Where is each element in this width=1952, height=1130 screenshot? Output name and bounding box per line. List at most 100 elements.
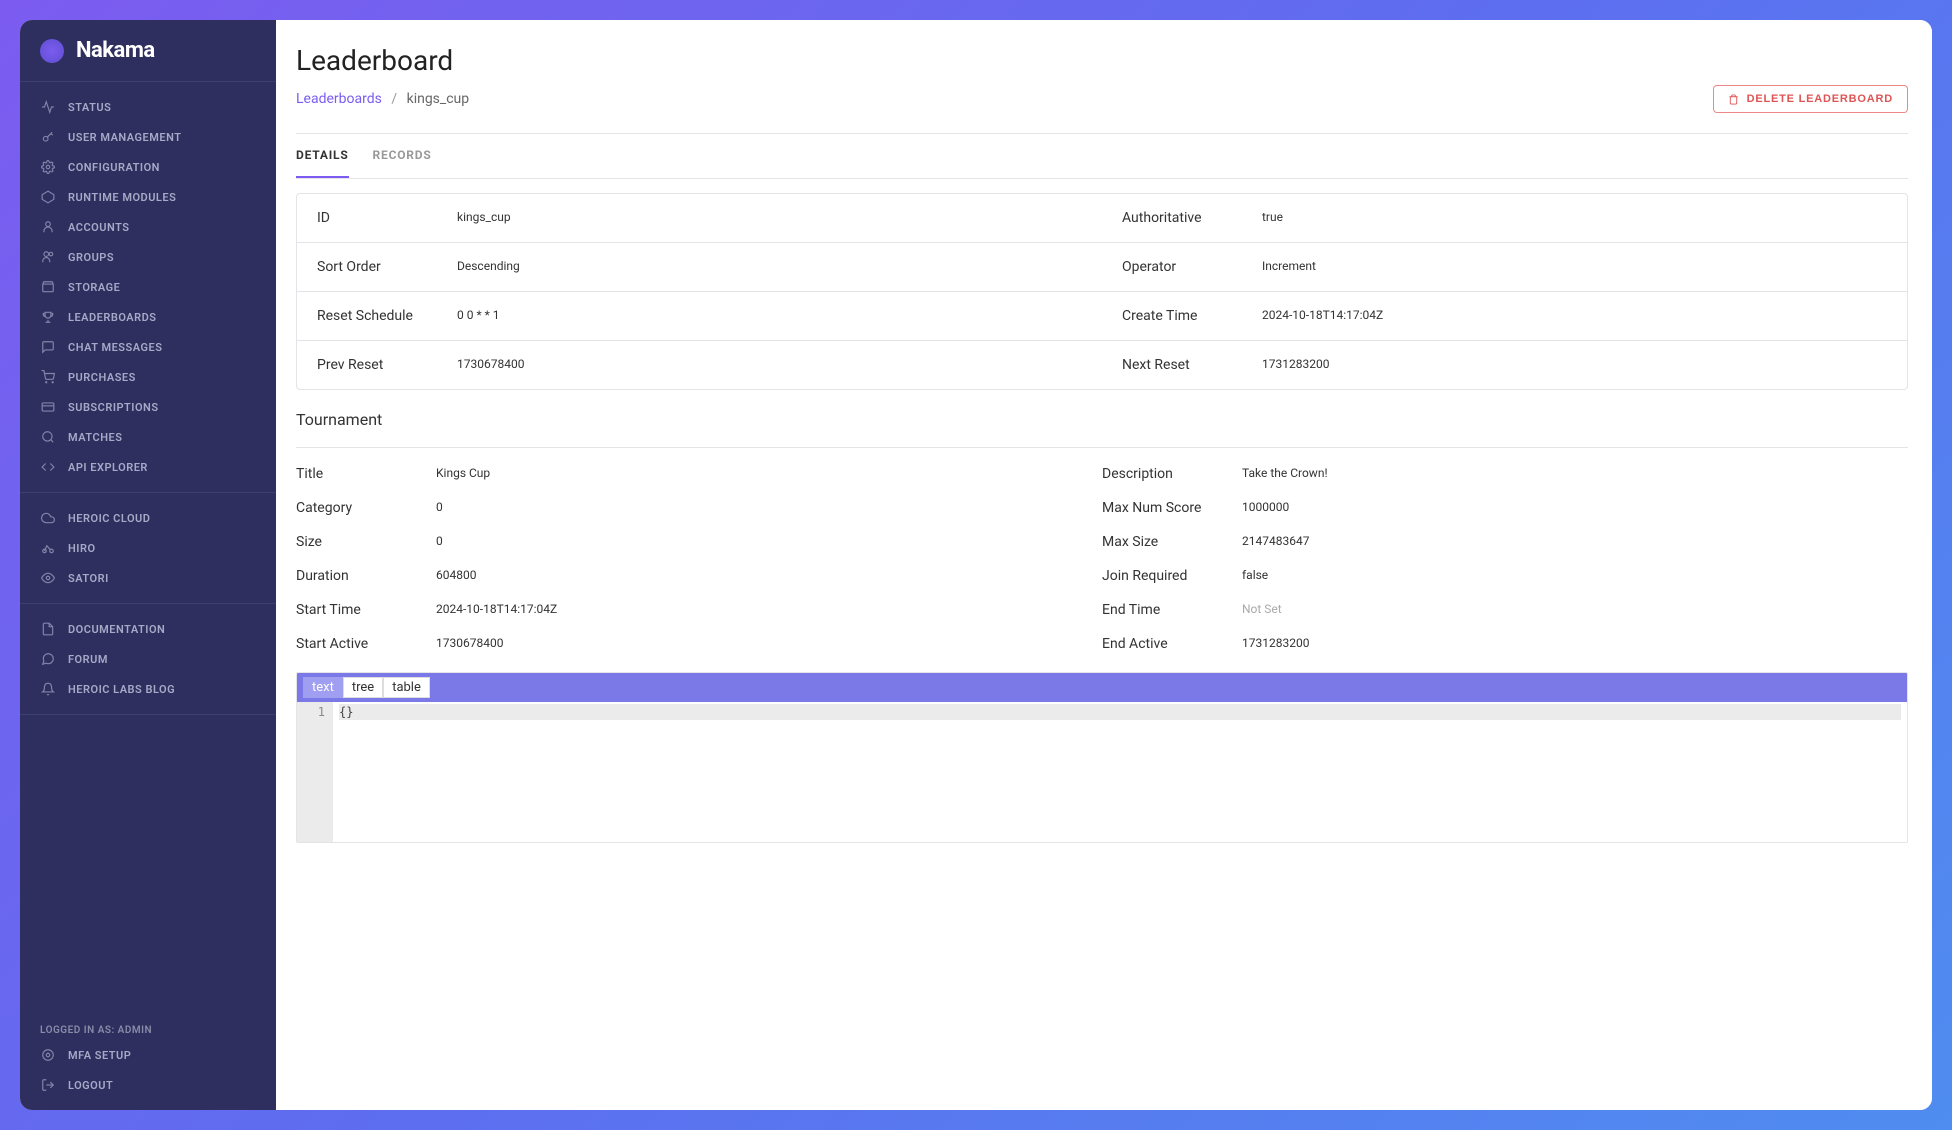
gear-icon [40,1047,56,1063]
detail-label-next-reset: Next Reset [1122,357,1262,373]
sidebar-item-label: Groups [68,251,114,264]
detail-label-create-time: Create Time [1122,308,1262,324]
sidebar-item-forum[interactable]: Forum [20,644,276,674]
sidebar-item-leaderboards[interactable]: Leaderboards [20,302,276,332]
json-gutter: 1 [297,702,333,842]
t-label-max-num-score: Max Num Score [1102,500,1242,516]
t-label-join-required: Join Required [1102,568,1242,584]
delete-leaderboard-button[interactable]: DELETE LEADERBOARD [1713,85,1908,113]
activity-icon [40,99,56,115]
sidebar-item-label: Configuration [68,161,160,174]
detail-value-create-time: 2024-10-18T14:17:04Z [1262,308,1887,324]
t-label-size: Size [296,534,436,550]
sidebar-item-storage[interactable]: Storage [20,272,276,302]
sidebar-item-blog[interactable]: Heroic Labs Blog [20,674,276,704]
logout-icon [40,1077,56,1093]
sidebar-item-logout[interactable]: Logout [20,1070,276,1100]
trophy-icon [40,309,56,325]
hex-icon [40,189,56,205]
json-editor-toolbar: text tree table [297,673,1907,702]
sidebar-item-label: Hiro [68,542,96,555]
sidebar-item-chat-messages[interactable]: Chat Messages [20,332,276,362]
sidebar-item-mfa-setup[interactable]: MFA Setup [20,1040,276,1070]
json-mode-table[interactable]: table [383,677,430,698]
detail-label-prev-reset: Prev Reset [317,357,457,373]
t-value-duration: 604800 [436,568,476,584]
sidebar-item-groups[interactable]: Groups [20,242,276,272]
user-icon [40,219,56,235]
sidebar-item-label: Heroic Labs Blog [68,683,175,696]
json-mode-tree[interactable]: tree [343,677,383,698]
sidebar-item-label: Status [68,101,111,114]
detail-value-operator: Increment [1262,259,1887,275]
t-label-duration: Duration [296,568,436,584]
sidebar-item-label: Leaderboards [68,311,157,324]
t-label-start-time: Start Time [296,602,436,618]
app-container: Nakama Status User Management Configurat… [20,20,1932,1110]
sidebar-item-label: Storage [68,281,120,294]
detail-value-next-reset: 1731283200 [1262,357,1887,373]
detail-label-authoritative: Authoritative [1122,210,1262,226]
sidebar-item-heroic-cloud[interactable]: Heroic Cloud [20,503,276,533]
sidebar-item-label: Logout [68,1079,113,1092]
sidebar-item-purchases[interactable]: Purchases [20,362,276,392]
detail-value-sort-order: Descending [457,259,1082,275]
detail-label-reset-schedule: Reset Schedule [317,308,457,324]
chat-icon [40,339,56,355]
t-value-category: 0 [436,500,443,516]
detail-value-reset-schedule: 0 0 * * 1 [457,308,1082,324]
header-row: Leaderboards / kings_cup DELETE LEADERBO… [296,85,1908,113]
t-value-start-time: 2024-10-18T14:17:04Z [436,602,557,618]
tab-details[interactable]: DETAILS [296,134,349,178]
gear-icon [40,159,56,175]
page-title: Leaderboard [296,44,1908,77]
detail-label-id: ID [317,210,457,226]
sidebar-products-section: Heroic Cloud Hiro Satori [20,493,276,604]
detail-label-sort-order: Sort Order [317,259,457,275]
breadcrumb-current: kings_cup [407,91,470,107]
sidebar-item-configuration[interactable]: Configuration [20,152,276,182]
sidebar-item-status[interactable]: Status [20,92,276,122]
sidebar-item-subscriptions[interactable]: Subscriptions [20,392,276,422]
sidebar-item-label: User Management [68,131,181,144]
sidebar-item-satori[interactable]: Satori [20,563,276,593]
json-editor-body[interactable]: 1 {} [297,702,1907,842]
breadcrumb-parent-link[interactable]: Leaderboards [296,91,382,107]
json-mode-text[interactable]: text [303,677,343,698]
json-editor: text tree table 1 {} [296,672,1908,843]
trash-icon [1728,94,1739,105]
sidebar-item-matches[interactable]: Matches [20,422,276,452]
tournament-section-title: Tournament [296,410,1908,439]
sidebar-item-api-explorer[interactable]: API Explorer [20,452,276,482]
t-value-max-size: 2147483647 [1242,534,1309,550]
sidebar-main-section: Status User Management Configuration Run… [20,82,276,493]
sidebar-item-label: Satori [68,572,109,585]
sidebar-item-label: Heroic Cloud [68,512,150,525]
sidebar: Nakama Status User Management Configurat… [20,20,276,1110]
sidebar-item-user-management[interactable]: User Management [20,122,276,152]
code-icon [40,459,56,475]
sidebar-help-section: Documentation Forum Heroic Labs Blog [20,604,276,715]
logo-icon [40,39,64,63]
tab-records[interactable]: RECORDS [373,134,432,178]
sidebar-header: Nakama [20,20,276,82]
json-content[interactable]: {} [333,702,1907,842]
tabs: DETAILS RECORDS [296,133,1908,179]
t-label-end-active: End Active [1102,636,1242,652]
t-value-end-time: Not Set [1242,602,1282,618]
sidebar-item-accounts[interactable]: Accounts [20,212,276,242]
sidebar-item-hiro[interactable]: Hiro [20,533,276,563]
t-value-title: Kings Cup [436,466,490,482]
box-icon [40,279,56,295]
sidebar-item-runtime-modules[interactable]: Runtime Modules [20,182,276,212]
t-value-size: 0 [436,534,443,550]
sidebar-item-label: MFA Setup [68,1049,131,1062]
sidebar-item-documentation[interactable]: Documentation [20,614,276,644]
breadcrumb-separator: / [391,91,397,107]
users-icon [40,249,56,265]
breadcrumb: Leaderboards / kings_cup [296,91,469,107]
tournament-divider [296,447,1908,448]
main-content: Leaderboard Leaderboards / kings_cup DEL… [276,20,1932,1110]
sidebar-item-label: API Explorer [68,461,148,474]
cart-icon [40,369,56,385]
